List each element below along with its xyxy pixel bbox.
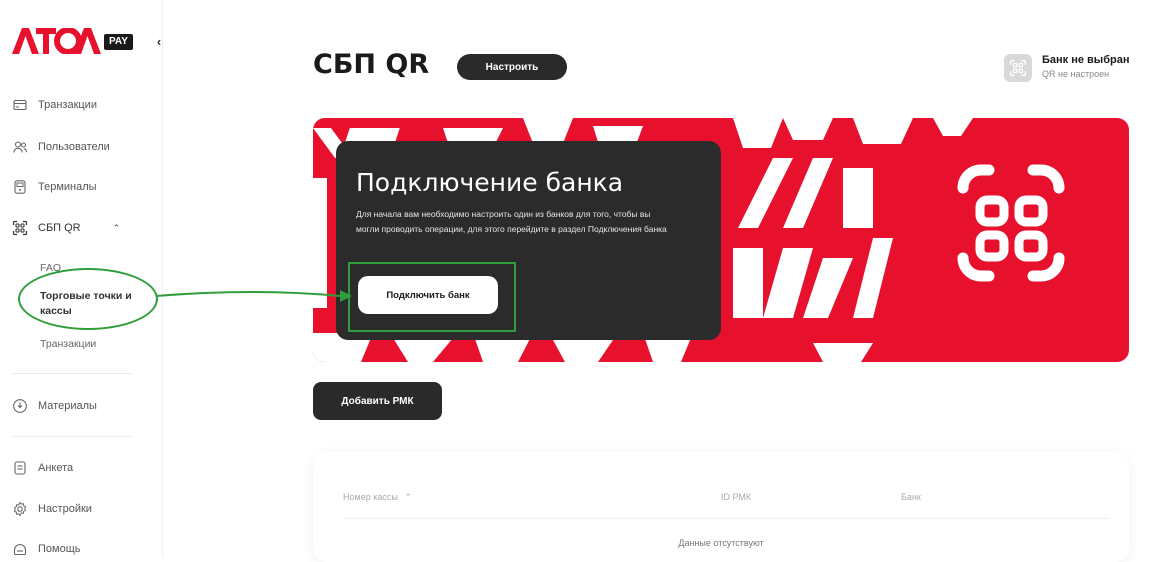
users-icon — [12, 139, 28, 155]
materials-icon — [12, 398, 28, 414]
card-title: Подключение банка — [356, 168, 624, 197]
sidebar-divider — [12, 436, 132, 437]
sidebar-item-transactions[interactable]: Транзакции — [12, 93, 97, 117]
chevron-up-icon[interactable]: ⌃ — [113, 223, 121, 234]
page-title: СБП QR — [313, 49, 430, 80]
column-header-register-number[interactable]: Номер кассы ⌃ — [343, 492, 412, 503]
sidebar-item-sbp-qr[interactable]: СБП QR ⌃ — [12, 216, 120, 240]
sidebar-item-form[interactable]: Анкета — [12, 456, 73, 480]
annotation-arrow — [155, 290, 352, 302]
column-header-rmk-id: ID РМК — [721, 492, 752, 502]
column-header-bank: Банк — [901, 492, 921, 502]
cash-registers-table: Номер кассы ⌃ ID РМК Банк Данные отсутст… — [313, 452, 1129, 562]
sidebar-item-label: Пользователи — [38, 141, 110, 153]
card-icon — [12, 97, 28, 113]
sidebar-item-label: Терминалы — [38, 181, 97, 193]
qr-bank-icon — [1004, 54, 1032, 82]
sidebar-item-label: Материалы — [38, 400, 97, 412]
sidebar-item-label: Транзакции — [38, 99, 97, 111]
atol-pay-logo[interactable]: PAY — [12, 28, 162, 56]
form-icon — [12, 460, 28, 476]
sidebar-item-terminals[interactable]: Терминалы — [12, 175, 97, 199]
add-rmk-button[interactable]: Добавить РМК — [313, 382, 442, 420]
bank-status[interactable]: Банк не выбран QR не настроен — [1004, 52, 1164, 86]
sort-chevron-icon: ⌃ — [404, 492, 412, 502]
terminal-icon — [12, 179, 28, 195]
sidebar-item-users[interactable]: Пользователи — [12, 135, 110, 159]
bank-name: Банк не выбран — [1042, 54, 1130, 66]
card-description: Для начала вам необходимо настроить один… — [356, 209, 667, 234]
atol-logo — [12, 28, 101, 54]
highlight-ellipse — [18, 268, 158, 330]
sidebar-divider — [12, 373, 132, 374]
qr-status: QR не настроен — [1042, 69, 1110, 79]
qr-icon — [12, 220, 28, 236]
setup-button[interactable]: Настроить — [457, 54, 567, 80]
highlight-rectangle — [348, 262, 516, 332]
sidebar-item-help[interactable]: Помощь — [12, 537, 81, 561]
pay-badge: PAY — [104, 34, 133, 50]
sidebar-item-label: Анкета — [38, 462, 74, 474]
sidebar-item-settings[interactable]: Настройки — [12, 497, 92, 521]
gear-icon — [12, 501, 28, 517]
sidebar-item-label: Помощь — [38, 543, 81, 555]
sidebar-item-materials[interactable]: Материалы — [12, 394, 97, 418]
sidebar-item-label: СБП QR — [38, 222, 81, 234]
sidebar-item-label: Настройки — [38, 503, 92, 515]
empty-state-message: Данные отсутствуют — [678, 538, 764, 548]
table-divider — [343, 518, 1109, 519]
help-icon — [12, 541, 28, 557]
sidebar-subitem-transactions[interactable]: Транзакции — [40, 337, 96, 352]
collapse-sidebar-button[interactable]: ‹ — [153, 34, 165, 49]
